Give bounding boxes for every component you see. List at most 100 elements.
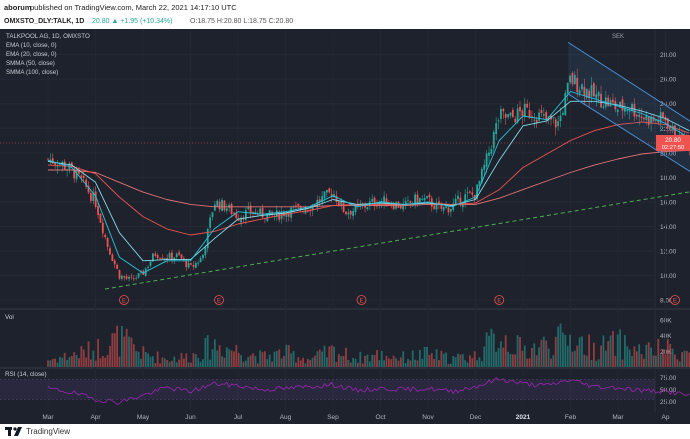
candle-body (409, 201, 412, 203)
volume-bar (581, 336, 583, 367)
ema10-line (47, 91, 690, 274)
volume-bar (547, 348, 550, 367)
volume-bar (87, 341, 90, 367)
time-tick-label: Sep (327, 414, 339, 421)
candle-body (285, 212, 288, 217)
volume-bar (626, 346, 629, 367)
volume-bar (223, 357, 226, 367)
author-name[interactable]: aborum (4, 0, 32, 15)
volume-bar (47, 360, 49, 367)
legend-smma100[interactable]: SMMA (100, close) (6, 68, 90, 77)
volume-bar (156, 351, 159, 367)
volume-bar (676, 359, 679, 367)
candle-body (99, 213, 102, 223)
candle-body (295, 205, 297, 207)
candle-body (562, 112, 564, 115)
volume-bar (378, 360, 381, 367)
candle-body (564, 92, 567, 116)
volume-bar (638, 344, 641, 367)
candle-body (223, 200, 226, 211)
volume-bar (376, 350, 378, 367)
volume-bar (187, 362, 190, 367)
volume-bar (423, 346, 426, 367)
volume-bar (213, 339, 216, 367)
volume-bar (681, 352, 683, 367)
volume-bar (597, 359, 600, 367)
volume-bar (652, 355, 655, 367)
volume-bar (297, 357, 300, 367)
candle-body (421, 198, 424, 201)
legend-ema20[interactable]: EMA (20, close, 0) (6, 50, 90, 59)
candle-body (447, 207, 450, 213)
candle-body (519, 106, 521, 112)
candle-body (216, 200, 219, 207)
candle-body (135, 278, 138, 279)
volume-bar (430, 353, 433, 367)
volume-bar (259, 350, 262, 367)
candle-body (80, 175, 83, 178)
candle-body (123, 276, 126, 278)
candle-body (428, 194, 431, 198)
earnings-marker-label: E (673, 298, 677, 304)
ema20-line (47, 100, 690, 262)
volume-bar (109, 345, 111, 367)
volume-bar (531, 347, 533, 367)
candle-body (47, 158, 49, 160)
volume-bar (140, 359, 142, 367)
candle-body (516, 108, 519, 123)
candle-body (500, 109, 502, 119)
symbol-label: OMXSTO_DLY:TALK, 1D (4, 18, 85, 25)
volume-bar (314, 355, 316, 367)
volume-bar (225, 347, 228, 367)
volume-bar (464, 360, 467, 367)
smma100-line (48, 149, 690, 208)
time-tick-label: Nov (422, 414, 434, 421)
volume-bar (104, 357, 107, 367)
volume-bar (163, 358, 166, 367)
volume-bar (128, 336, 130, 367)
candle-body (159, 258, 161, 260)
candle-body (488, 152, 490, 156)
volume-bar (640, 353, 643, 367)
volume-bar (75, 355, 78, 367)
candle-body (94, 191, 97, 207)
volume-bar (528, 358, 531, 367)
volume-bar (645, 344, 648, 367)
candle-body (130, 276, 133, 278)
volume-bar (404, 363, 407, 367)
volume-bar (302, 357, 304, 367)
candle-body (490, 149, 493, 154)
volume-bar (235, 344, 238, 367)
candle-body (504, 114, 507, 118)
volume-pane-label: Vol (5, 314, 14, 321)
candle-body (168, 253, 171, 259)
candle-body (156, 255, 159, 259)
legend-smma50[interactable]: SMMA (50, close) (6, 59, 90, 68)
legend-ema10[interactable]: EMA (10, close, 0) (6, 41, 90, 50)
volume-bar (92, 350, 95, 367)
candle-body (190, 263, 192, 265)
volume-bar (562, 332, 564, 367)
candle-body (218, 201, 221, 210)
volume-bar (116, 325, 119, 367)
volume-bar (502, 347, 505, 367)
candle-body (457, 195, 459, 200)
price-change: 20.80 ▲ +1.95 (+10.34%) (92, 18, 173, 25)
time-tick-label: Jun (185, 414, 196, 421)
volume-bar (395, 358, 397, 367)
candle-body (326, 189, 328, 193)
volume-bar (609, 335, 612, 367)
volume-bar (337, 354, 340, 367)
volume-bar (178, 359, 181, 367)
volume-bar (366, 354, 369, 367)
candle-body (90, 192, 92, 201)
candle-body (230, 203, 233, 215)
volume-bar (526, 358, 529, 367)
earnings-marker-label: E (122, 298, 126, 304)
volume-bar (371, 354, 374, 367)
volume-bar (266, 359, 269, 367)
volume-bar (364, 355, 366, 367)
brand-name[interactable]: TradingView (26, 426, 70, 437)
candle-body (202, 254, 204, 259)
chart-area[interactable]: 28.0026.0024.0022.0020.0018.0016.0014.00… (0, 29, 690, 424)
